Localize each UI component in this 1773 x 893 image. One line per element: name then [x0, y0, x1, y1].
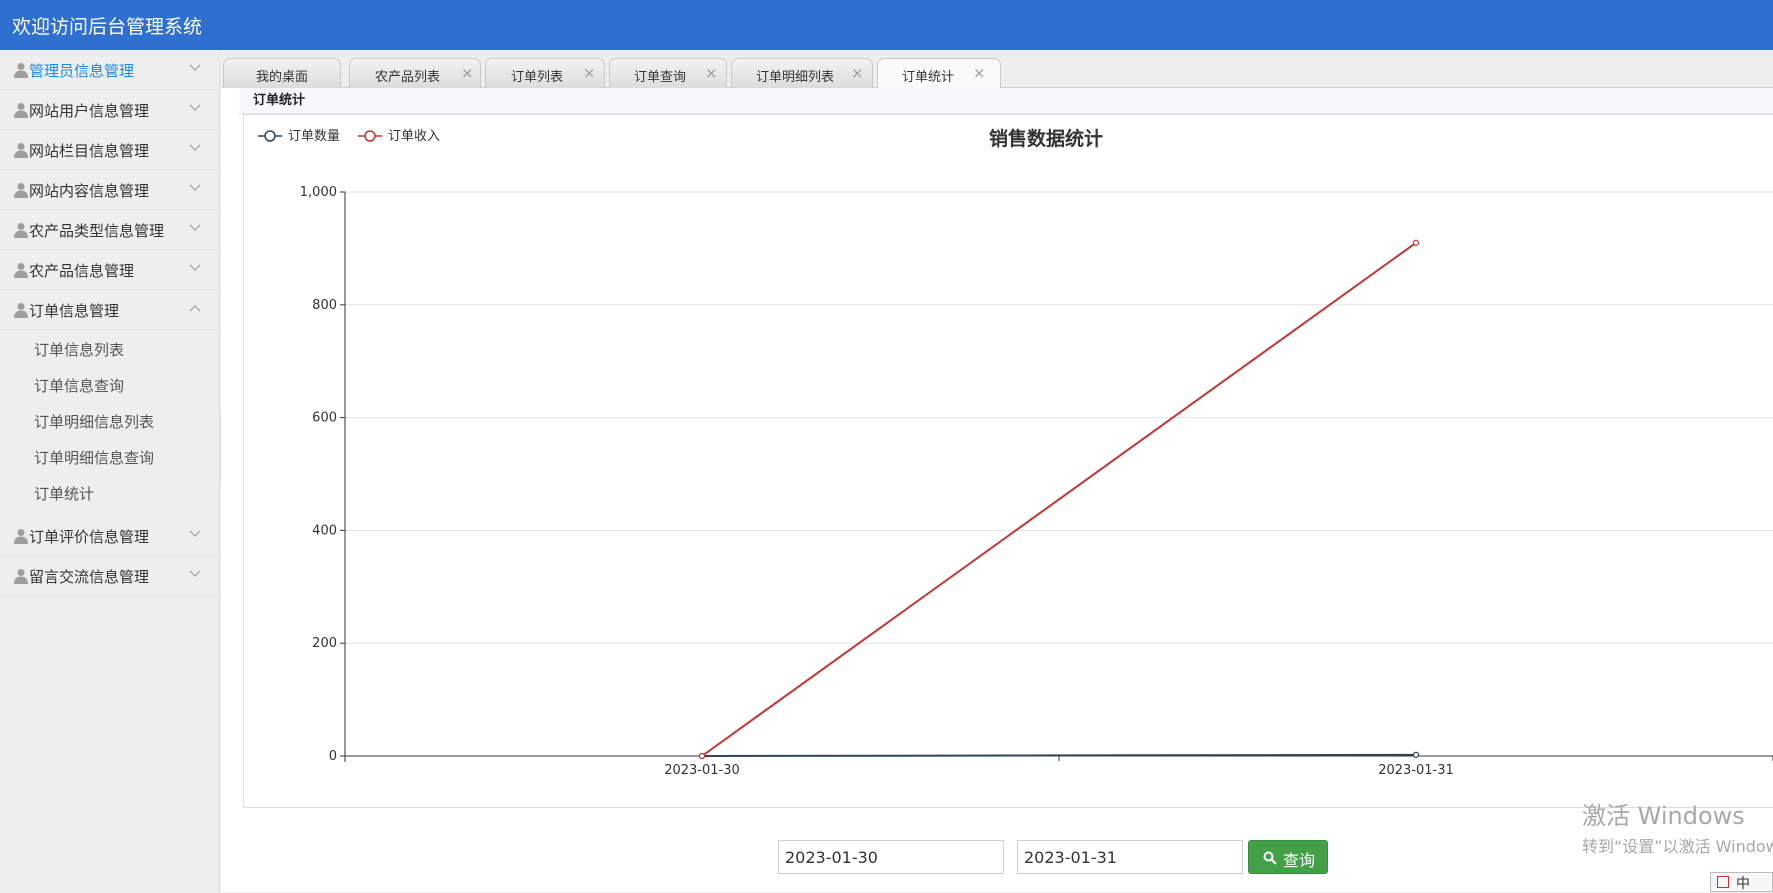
sidebar-item-label: 管理员信息管理	[29, 62, 135, 80]
user-icon	[14, 103, 28, 118]
sidebar-item-messages[interactable]: 留言交流信息管理	[0, 556, 219, 596]
sidebar-item-label: 订单信息管理	[29, 302, 120, 320]
sidebar-item-label: 订单评价信息管理	[29, 528, 150, 546]
sidebar-item-orders[interactable]: 订单信息管理	[0, 290, 219, 330]
close-icon[interactable]: ×	[851, 64, 864, 82]
user-icon	[14, 183, 28, 198]
query-button[interactable]: 查询	[1248, 840, 1328, 874]
submenu-order-statistics[interactable]: 订单统计	[0, 476, 219, 512]
sidebar-item-order-reviews[interactable]: 订单评价信息管理	[0, 516, 219, 556]
y-tick-label: 0	[329, 749, 337, 764]
tab-label: 订单列表	[511, 70, 564, 85]
data-point	[1412, 751, 1420, 758]
user-icon	[14, 143, 28, 158]
legend-label: 订单数量	[288, 129, 340, 144]
x-tick-label: 2023-01-30	[664, 763, 740, 778]
chevron-down-icon	[189, 64, 201, 71]
sidebar-item-label: 留言交流信息管理	[29, 568, 150, 586]
chevron-down-icon	[189, 104, 201, 111]
submenu-order-query[interactable]: 订单信息查询	[0, 368, 219, 404]
sales-line-chart: 0 200 400 600 800 1,000 2023-01-30 2023-01-31 销售…	[258, 127, 1773, 778]
ime-indicator[interactable]: 中	[1710, 872, 1773, 892]
orders-submenu: 订单信息列表 订单信息查询 订单明细信息列表 订单明细信息查询 订单统计	[0, 330, 219, 516]
y-tick-label: 400	[312, 523, 337, 538]
chart-container: 0 200 400 600 800 1,000 2023-01-30 2023-01-31 销售…	[243, 114, 1773, 808]
ime-icon	[1717, 876, 1729, 888]
tab-label: 订单查询	[634, 70, 687, 85]
chevron-up-icon	[189, 305, 201, 312]
submenu-order-detail-list[interactable]: 订单明细信息列表	[0, 404, 219, 440]
sidebar-item-label: 网站栏目信息管理	[29, 142, 150, 160]
tab-order-statistics[interactable]: 订单统计 ×	[877, 58, 1001, 88]
app-title: 欢迎访问后台管理系统	[12, 16, 203, 38]
y-tick-label: 200	[312, 636, 337, 651]
user-icon	[14, 223, 28, 238]
legend-label: 订单收入	[388, 129, 440, 144]
chevron-down-icon	[189, 144, 201, 151]
chevron-down-icon	[189, 184, 201, 191]
chart-title: 销售数据统计	[989, 127, 1103, 150]
sidebar-item-label: 农产品类型信息管理	[29, 222, 165, 240]
y-tick-label: 800	[312, 298, 337, 313]
tab-bar: 我的桌面 农产品列表 × 订单列表 × 订单查询 × 订单明细列表 × 订单统计…	[221, 50, 1773, 88]
user-icon	[14, 263, 28, 278]
y-tick-label: 1,000	[300, 185, 337, 200]
sidebar-item-label: 农产品信息管理	[29, 262, 135, 280]
legend-marker	[364, 130, 376, 142]
series-line	[701, 753, 1417, 757]
sidebar-item-site-content[interactable]: 网站内容信息管理	[0, 170, 219, 210]
tab-my-desktop[interactable]: 我的桌面	[223, 58, 341, 88]
chevron-down-icon	[189, 570, 201, 577]
sidebar-item-admin[interactable]: 管理员信息管理	[0, 50, 219, 90]
close-icon[interactable]: ×	[583, 64, 596, 82]
series-line	[701, 241, 1417, 757]
data-point	[1412, 239, 1420, 246]
panel-title: 订单统计	[253, 93, 306, 108]
sidebar-item-product-types[interactable]: 农产品类型信息管理	[0, 210, 219, 250]
close-icon[interactable]: ×	[461, 64, 474, 82]
y-tick-label: 600	[312, 411, 337, 426]
start-date-input[interactable]	[778, 840, 1004, 874]
sidebar-item-label: 网站用户信息管理	[29, 102, 150, 120]
user-icon	[14, 529, 28, 544]
sidebar-item-products[interactable]: 农产品信息管理	[0, 250, 219, 290]
tab-label: 我的桌面	[256, 70, 309, 85]
sidebar: 管理员信息管理 网站用户信息管理 网站栏目信息管理 网站内容信息管理 农产品类型…	[0, 50, 220, 892]
ime-label: 中	[1736, 876, 1750, 892]
panel-title-bar: 订单统计	[239, 88, 1773, 114]
tab-label: 农产品列表	[375, 70, 441, 85]
sidebar-item-site-columns[interactable]: 网站栏目信息管理	[0, 130, 219, 170]
query-button-label: 查询	[1283, 853, 1316, 870]
legend-marker	[264, 130, 276, 142]
x-tick-label: 2023-01-31	[1378, 763, 1454, 778]
submenu-order-detail-query[interactable]: 订单明细信息查询	[0, 440, 219, 476]
tab-label: 订单统计	[902, 70, 955, 85]
submenu-order-list[interactable]: 订单信息列表	[0, 332, 219, 368]
tab-order-list[interactable]: 订单列表 ×	[485, 58, 605, 88]
close-icon[interactable]: ×	[973, 64, 986, 82]
end-date-input[interactable]	[1017, 840, 1243, 874]
tab-order-query[interactable]: 订单查询 ×	[609, 58, 727, 88]
user-icon	[14, 63, 28, 78]
data-point	[698, 752, 706, 760]
tab-order-detail-list[interactable]: 订单明细列表 ×	[731, 58, 873, 88]
chevron-down-icon	[189, 264, 201, 271]
sidebar-item-site-users[interactable]: 网站用户信息管理	[0, 90, 219, 130]
chevron-down-icon	[189, 530, 201, 537]
tab-product-list[interactable]: 农产品列表 ×	[349, 58, 481, 88]
search-icon	[1263, 851, 1277, 865]
close-icon[interactable]: ×	[705, 64, 718, 82]
user-icon	[14, 569, 28, 584]
tab-label: 订单明细列表	[756, 70, 835, 85]
user-icon	[14, 303, 28, 318]
top-header: 欢迎访问后台管理系统	[0, 0, 1773, 50]
chevron-down-icon	[189, 224, 201, 231]
sidebar-item-label: 网站内容信息管理	[29, 182, 150, 200]
